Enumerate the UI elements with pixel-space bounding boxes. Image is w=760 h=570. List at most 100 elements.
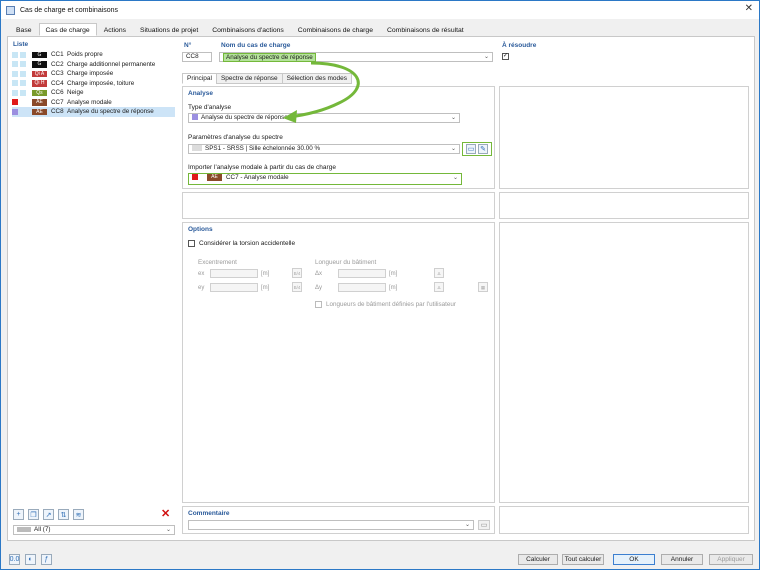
list-item[interactable]: AE CC7 Analyse modale xyxy=(12,98,175,108)
color-swatch xyxy=(20,70,26,77)
filter-swatch xyxy=(17,526,31,532)
torsion-label: Considérer la torsion accidentelle xyxy=(199,240,296,247)
delete-icon[interactable]: ✕ xyxy=(161,509,170,520)
solve-label: À résoudre xyxy=(502,42,537,49)
dy-label: Δy xyxy=(315,285,323,291)
units-icon[interactable]: 0.0 xyxy=(9,554,20,565)
spectrum-params-value: SPS1 - SRSS | Sille échelonnée 30.00 % xyxy=(205,145,321,152)
renumber-icon[interactable]: ↗ xyxy=(43,509,54,520)
load-case-list-panel: Liste G CC1 Poids propre G CC2 Charge ad… xyxy=(9,39,175,539)
ex-label: ex xyxy=(198,271,205,277)
action-badge: AE xyxy=(32,108,47,115)
chevron-down-icon: ⌄ xyxy=(483,54,489,60)
solve-checkbox[interactable]: ✓ xyxy=(502,53,509,60)
load-case-name: Charge additionnel permanente xyxy=(67,60,156,68)
apply-button[interactable]: Appliquer xyxy=(709,554,753,565)
chevron-down-icon: ⌄ xyxy=(452,175,458,181)
tab-load-combinations[interactable]: Combinaisons de charge xyxy=(290,23,380,36)
calculate-all-button[interactable]: Tout calculer xyxy=(562,554,604,565)
action-badge: G xyxy=(32,61,47,68)
cancel-button[interactable]: Annuler xyxy=(661,554,703,565)
tab-result-combinations[interactable]: Combinaisons de résultat xyxy=(379,23,471,36)
torsion-checkbox[interactable]: Considérer la torsion accidentelle xyxy=(188,240,295,247)
load-case-name: Analyse du spectre de réponse xyxy=(67,108,154,116)
ex-field[interactable] xyxy=(210,269,258,278)
list-item[interactable]: G CC1 Poids propre xyxy=(12,50,175,60)
torsion-check-box[interactable] xyxy=(188,240,195,247)
list-item[interactable]: Qi A CC3 Charge imposée xyxy=(12,69,175,79)
dy-unit: [m] xyxy=(389,285,398,291)
tab-design-situations[interactable]: Situations de projet xyxy=(133,23,206,36)
color-swatch xyxy=(20,89,26,96)
ex-unit: [m] xyxy=(261,271,270,277)
ex-button-icon[interactable]: B/4 xyxy=(292,268,302,278)
name-label: Nom du cas de charge xyxy=(221,42,291,49)
building-dims-icon[interactable]: ▦ xyxy=(478,282,488,292)
list-item[interactable]: Qs CC6 Neige xyxy=(12,88,175,98)
tab-action-combinations[interactable]: Combinaisons d'actions xyxy=(205,23,291,36)
color-swatch xyxy=(12,99,18,106)
dialog-window: Cas de charge et combinaisons ✕ Base Cas… xyxy=(0,0,760,570)
edit-icon[interactable]: ▭ xyxy=(466,144,476,154)
list-item-selected[interactable]: AE CC8 Analyse du spectre de réponse xyxy=(12,107,175,117)
title-bar: Cas de charge et combinaisons ✕ xyxy=(1,1,759,19)
eccentricity-label: Excentrement xyxy=(198,259,237,266)
spacer-panel-right xyxy=(499,192,749,219)
chevron-down-icon: ⌄ xyxy=(464,522,470,528)
annotation-arrow xyxy=(283,61,360,123)
dy-button-icon[interactable]: Δ xyxy=(434,282,444,292)
sort-icon[interactable]: ⇅ xyxy=(58,509,69,520)
color-swatch xyxy=(12,51,18,58)
import-modal-value: CC7 - Analyse modale xyxy=(226,174,289,181)
spacer-panel-left xyxy=(182,192,495,219)
ey-field[interactable] xyxy=(210,283,258,292)
load-case-id: CC2 xyxy=(51,60,64,68)
list-title: Liste xyxy=(13,41,29,48)
tab-base[interactable]: Base xyxy=(9,23,39,36)
calculate-button[interactable]: Calculer xyxy=(518,554,558,565)
right-panel-top xyxy=(499,86,749,189)
params-swatch xyxy=(192,145,202,152)
copy-icon[interactable]: ❐ xyxy=(28,509,39,520)
color-swatch xyxy=(12,89,18,96)
color-swatch xyxy=(12,108,18,115)
load-case-id: CC6 xyxy=(51,89,64,97)
new-params-icon[interactable]: ✎ xyxy=(478,144,488,154)
dy-field[interactable] xyxy=(338,283,386,292)
analysis-title: Analyse xyxy=(188,90,213,97)
ey-button-icon[interactable]: B/4 xyxy=(292,282,302,292)
user-lengths-check-box[interactable] xyxy=(315,301,322,308)
new-icon[interactable]: + xyxy=(13,509,24,520)
spectrum-params-dropdown[interactable]: SPS1 - SRSS | Sille échelonnée 30.00 % ⌄ xyxy=(188,144,460,154)
color-swatch xyxy=(20,80,26,87)
user-lengths-checkbox[interactable]: Longueurs de bâtiment définies par l'uti… xyxy=(315,301,456,308)
number-field[interactable]: CC8 xyxy=(182,52,212,62)
view-icon[interactable]: ◐ xyxy=(25,554,36,565)
close-icon[interactable]: ✕ xyxy=(745,4,753,14)
ey-label: ey xyxy=(198,285,205,291)
import-swatch xyxy=(192,174,198,181)
dx-field[interactable] xyxy=(338,269,386,278)
load-case-id: CC4 xyxy=(51,79,64,87)
import-modal-dropdown[interactable]: AE CC7 - Analyse modale ⌄ xyxy=(188,173,462,185)
dx-unit: [m] xyxy=(389,271,398,277)
list-filter-dropdown[interactable]: All (7) ⌄ xyxy=(13,525,175,535)
color-swatch xyxy=(20,61,26,68)
ok-button[interactable]: OK xyxy=(613,554,655,565)
action-badge: Qs xyxy=(32,89,47,96)
dx-label: Δx xyxy=(315,271,323,277)
list-item[interactable]: Qi H CC4 Charge imposée, toiture xyxy=(12,79,175,89)
load-case-name: Charge imposée, toiture xyxy=(67,79,135,87)
list-item[interactable]: G CC2 Charge additionnel permanente xyxy=(12,60,175,70)
tab-principal[interactable]: Principal xyxy=(182,73,217,84)
options-title: Options xyxy=(188,226,213,233)
dx-button-icon[interactable]: Δ xyxy=(434,268,444,278)
function-icon[interactable]: ƒ xyxy=(41,554,52,565)
tab-actions[interactable]: Actions xyxy=(96,23,134,36)
color-swatch xyxy=(12,70,18,77)
color-swatch xyxy=(12,80,18,87)
comment-field[interactable]: ⌄ xyxy=(188,520,474,530)
filter-icon[interactable]: ≋ xyxy=(73,509,84,520)
comment-edit-icon[interactable]: ▭ xyxy=(478,520,490,530)
tab-load-cases[interactable]: Cas de charge xyxy=(38,23,97,36)
